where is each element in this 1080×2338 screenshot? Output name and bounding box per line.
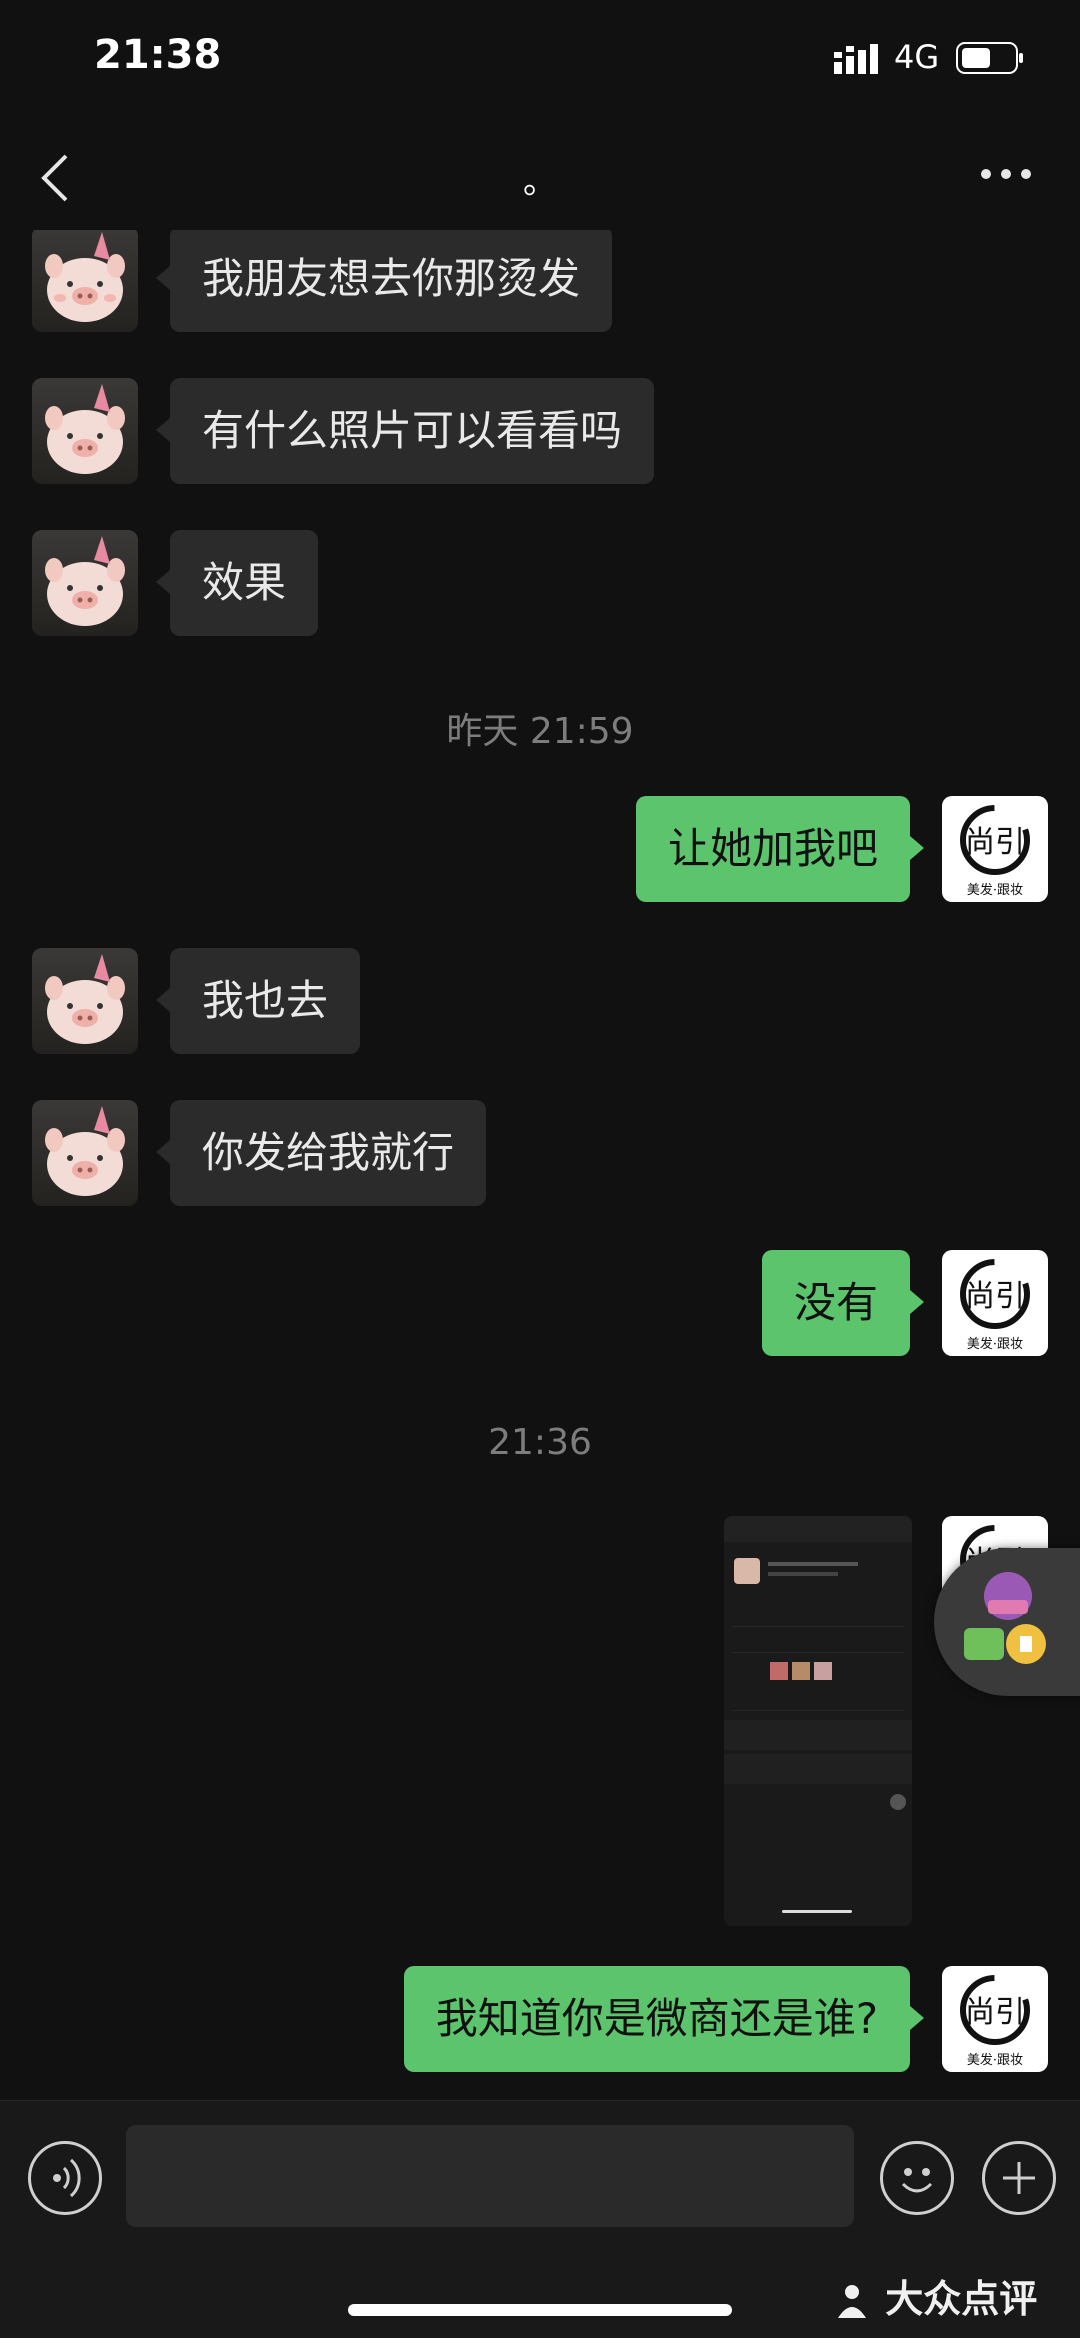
friend-avatar[interactable]: [32, 1100, 138, 1206]
signal-icon: [834, 44, 878, 74]
message-incoming[interactable]: 我也去: [155, 948, 361, 1054]
chat-header: 。: [0, 120, 1080, 230]
floating-widget[interactable]: [934, 1548, 1080, 1696]
voice-icon: [53, 2158, 81, 2198]
floating-widget-icon: [964, 1572, 1046, 1664]
dianping-logo-icon: [838, 2284, 866, 2318]
salon-logo-icon: 尚引 美发·跟妆: [960, 805, 1030, 898]
pig-avatar-icon: [45, 232, 125, 322]
more-options-icon[interactable]: [980, 166, 1032, 182]
friend-avatar[interactable]: [32, 230, 138, 332]
friend-avatar[interactable]: [32, 378, 138, 484]
friend-avatar[interactable]: [32, 948, 138, 1054]
pig-avatar-icon: [45, 1106, 125, 1196]
status-time: 21:38: [94, 32, 222, 78]
message-incoming[interactable]: 有什么照片可以看看吗: [155, 378, 655, 484]
voice-button[interactable]: [28, 2141, 102, 2215]
emoji-button[interactable]: [880, 2141, 954, 2215]
message-outgoing[interactable]: 没有: [761, 1250, 925, 1356]
friend-avatar[interactable]: [32, 530, 138, 636]
salon-logo-icon: 尚引 美发·跟妆: [960, 1259, 1030, 1352]
image-message[interactable]: [724, 1516, 912, 1926]
emoji-icon: [901, 2168, 933, 2193]
home-indicator[interactable]: [348, 2304, 732, 2316]
message-input[interactable]: [126, 2125, 854, 2227]
svg-text:尚引: 尚引: [965, 1995, 1025, 2030]
status-bar: 21:38 4G: [0, 0, 1080, 120]
image-topbar: [724, 1516, 912, 1542]
chat-title: 。: [523, 162, 557, 202]
timestamp: 21:36: [488, 1422, 592, 1463]
add-attachment-button[interactable]: [982, 2141, 1056, 2215]
watermark-text: 大众点评: [885, 2277, 1038, 2321]
message-outgoing[interactable]: 让她加我吧: [635, 796, 925, 902]
self-avatar[interactable]: 尚引 美发·跟妆: [942, 796, 1048, 902]
self-avatar[interactable]: 尚引 美发·跟妆: [942, 1250, 1048, 1356]
svg-text:美发·跟妆: 美发·跟妆: [967, 2052, 1023, 2068]
pig-avatar-icon: [45, 384, 125, 474]
image-avatar: [734, 1558, 760, 1584]
message-list[interactable]: 我朋友想去你那烫发 有什么照片可以看看吗 效果 昨天 21:59 尚引 美发·跟…: [0, 230, 1080, 2100]
svg-text:尚引: 尚引: [965, 825, 1025, 860]
message-incoming[interactable]: 我朋友想去你那烫发: [155, 230, 613, 332]
plus-icon: [1003, 2162, 1035, 2194]
svg-text:美发·跟妆: 美发·跟妆: [967, 882, 1023, 898]
timestamp: 昨天 21:59: [446, 711, 634, 752]
message-incoming[interactable]: 你发给我就行: [155, 1100, 487, 1206]
svg-text:美发·跟妆: 美发·跟妆: [967, 1336, 1023, 1352]
message-incoming[interactable]: 效果: [155, 530, 319, 636]
self-avatar[interactable]: 尚引 美发·跟妆: [942, 1966, 1048, 2072]
pig-avatar-icon: [45, 536, 125, 626]
pig-avatar-icon: [45, 954, 125, 1044]
salon-logo-icon: 尚引 美发·跟妆: [960, 1975, 1030, 2068]
battery-icon: [956, 42, 1023, 74]
network-type: 4G: [894, 38, 940, 76]
message-outgoing[interactable]: 我知道你是微商还是谁?: [403, 1966, 925, 2072]
watermark: 大众点评: [832, 2268, 1037, 2323]
svg-text:尚引: 尚引: [965, 1279, 1025, 1314]
